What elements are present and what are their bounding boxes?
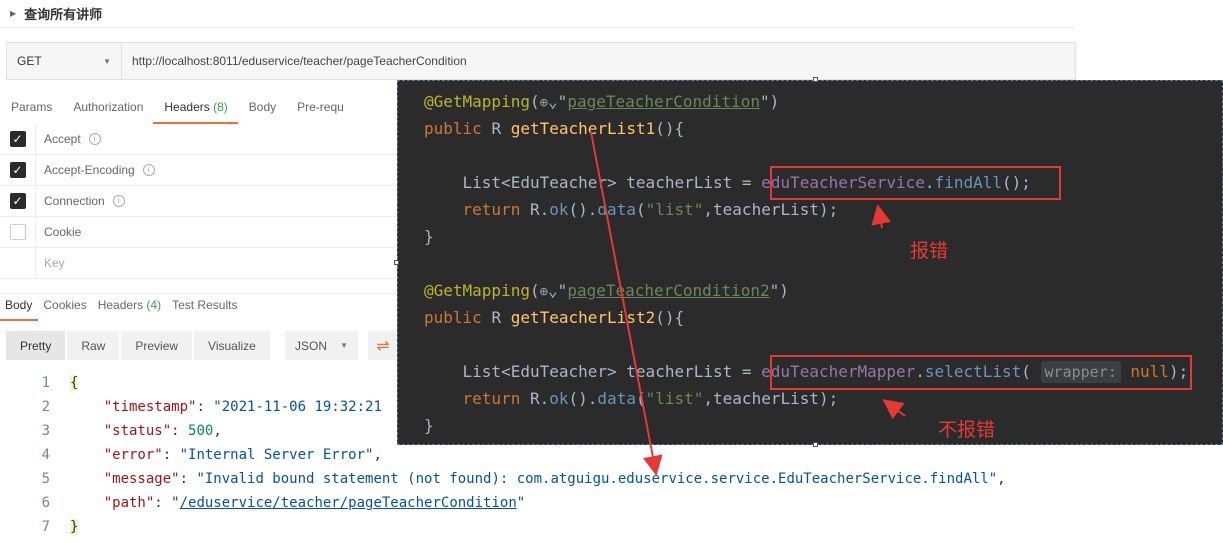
arrow-to-mapper bbox=[882, 399, 906, 420]
arrow-to-service bbox=[871, 204, 892, 229]
arrow-to-message bbox=[590, 131, 663, 476]
annotation-arrows bbox=[590, 131, 906, 476]
